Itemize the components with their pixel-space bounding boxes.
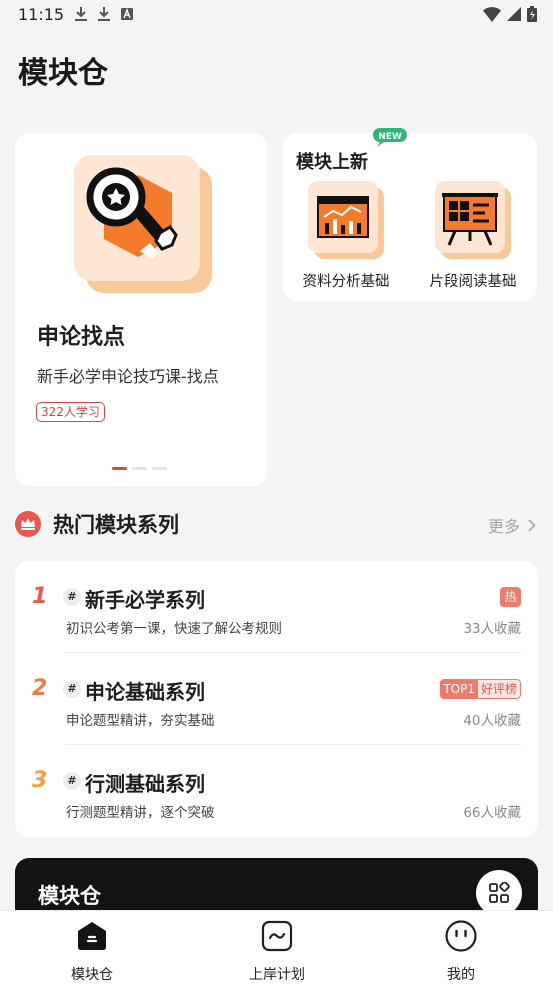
plan-chart-icon	[261, 920, 293, 952]
top-rated-badge: TOP1 好评榜	[440, 679, 521, 699]
hashtag-icon: #	[63, 588, 81, 606]
series-name: 行测基础系列	[85, 772, 205, 796]
new-tag-text: NEW	[378, 132, 402, 142]
series-row[interactable]: 1 # 新手必学系列 初识公考第一课，快速了解公考规则 热 33人收藏	[15, 561, 538, 653]
download-icon	[75, 7, 87, 21]
new-modules-title: 模块上新	[296, 152, 368, 173]
hashtag-icon: #	[63, 772, 81, 790]
carousel-dot	[132, 467, 147, 470]
calculator-board-icon	[435, 181, 511, 259]
hot-section-header: 热门模块系列	[14, 509, 179, 539]
top-rank-category: 好评榜	[477, 679, 521, 699]
tab-profile[interactable]: 我的	[406, 919, 516, 984]
feature-title: 申论找点	[37, 325, 126, 350]
new-tag-icon: NEW	[373, 128, 407, 147]
hot-badge: 热	[500, 587, 521, 607]
hashtag-icon: #	[63, 680, 81, 698]
series-name: 新手必学系列	[85, 588, 205, 612]
rank-number: 1	[32, 584, 48, 609]
chevron-right-icon	[528, 518, 536, 532]
tab-module-store[interactable]: 模块仓	[37, 919, 147, 984]
battery-icon	[527, 6, 537, 22]
rank-number: 2	[32, 676, 48, 701]
learner-count-badge: 322人学习	[36, 402, 105, 422]
new-module-data-analysis[interactable]: 资料分析基础	[287, 181, 405, 291]
favorite-count: 33人收藏	[463, 621, 521, 637]
tab-label: 模块仓	[71, 967, 113, 983]
page-title: 模块仓	[18, 56, 108, 91]
series-row[interactable]: 2 # 申论基础系列 申论题型精讲，夯实基础 40人收藏	[15, 653, 538, 745]
banner-title: 模块仓	[38, 884, 101, 908]
series-list: 1 # 新手必学系列 初识公考第一课，快速了解公考规则 热 33人收藏 2 # …	[15, 561, 538, 837]
bottom-tab-bar: 模块仓 上岸计划 我的	[0, 910, 553, 984]
series-description: 初识公考第一课，快速了解公考规则	[66, 621, 282, 637]
series-row[interactable]: 3 # 行测基础系列 行测题型精讲，逐个突破 66人收藏	[15, 745, 538, 837]
more-label: 更多	[487, 517, 520, 536]
feature-description: 新手必学申论技巧课-找点	[37, 367, 219, 386]
new-modules-card: NEW 模块上新 资料分析基础 片段阅读基础	[283, 128, 537, 301]
tab-label: 我的	[447, 967, 475, 983]
status-bar: 11:15	[0, 0, 553, 30]
carousel-dot-active	[112, 467, 127, 470]
new-module-label: 资料分析基础	[302, 274, 390, 290]
status-notifications	[74, 6, 134, 22]
wifi-icon	[483, 6, 501, 22]
font-icon	[121, 8, 133, 20]
carousel-dot	[152, 467, 167, 470]
tab-plan[interactable]: 上岸计划	[222, 919, 332, 984]
face-icon	[445, 920, 477, 952]
hot-section-title: 热门模块系列	[53, 513, 179, 537]
feature-module-card[interactable]: 申论找点 新手必学申论技巧课-找点 322人学习	[15, 133, 267, 486]
carousel-indicator	[112, 467, 167, 470]
series-description: 行测题型精讲，逐个突破	[66, 805, 215, 821]
top-rank-label: TOP1	[440, 679, 478, 699]
favorite-count: 66人收藏	[463, 805, 521, 821]
favorite-count: 40人收藏	[463, 713, 521, 729]
module-store-banner[interactable]: 模块仓	[15, 858, 538, 918]
new-module-reading[interactable]: 片段阅读基础	[414, 181, 532, 291]
signal-icon	[507, 7, 521, 21]
new-module-label: 片段阅读基础	[429, 274, 517, 290]
module-store-icon	[78, 922, 106, 950]
chart-board-icon	[308, 181, 384, 259]
more-link[interactable]: 更多	[488, 513, 536, 537]
grid-icon	[489, 882, 510, 903]
rank-number: 3	[32, 768, 48, 793]
search-spotlight-illustration	[74, 155, 212, 293]
status-system-icons	[483, 6, 537, 22]
crown-icon	[15, 511, 41, 537]
tab-label: 上岸计划	[249, 967, 305, 983]
series-description: 申论题型精讲，夯实基础	[66, 713, 215, 729]
status-time: 11:15	[18, 5, 65, 24]
series-name: 申论基础系列	[85, 680, 205, 704]
download-icon	[98, 7, 110, 21]
